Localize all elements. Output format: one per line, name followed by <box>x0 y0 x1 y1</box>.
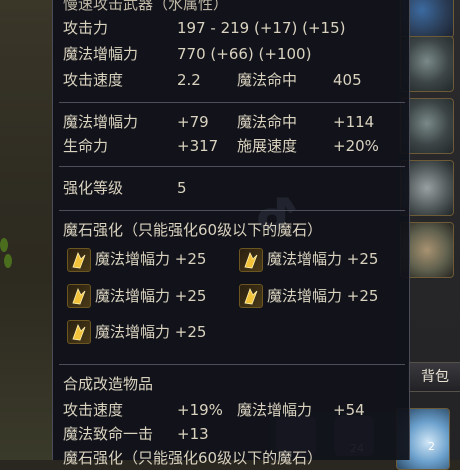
separator <box>59 102 405 103</box>
manastone-header: 魔石强化（只能强化60级以下的魔石） <box>63 221 323 239</box>
enchant-level-value: 5 <box>177 179 187 197</box>
game-world-background-left <box>0 0 52 460</box>
bonus-label: 施展速度 <box>237 137 298 155</box>
stat-label-magic-boost: 魔法增幅力 <box>63 45 139 63</box>
stat-label-magic-accuracy: 魔法命中 <box>237 71 298 89</box>
gold-manastone-icon[interactable] <box>67 284 91 308</box>
fusion-header: 合成改造物品 <box>63 375 154 393</box>
bonus-label: 生命力 <box>63 137 109 155</box>
enchant-level-label: 强化等级 <box>63 179 124 197</box>
stat-label-attack-speed: 攻击速度 <box>63 71 124 89</box>
stat-value-attack: 197 - 219 (+17) (+15) <box>177 19 346 37</box>
separator <box>59 166 405 167</box>
manastone-stat: 魔法增幅力 +25 <box>95 323 207 341</box>
item-title: 慢速攻击武器（水属性） <box>63 0 229 13</box>
bag-tab[interactable]: 背包 <box>408 362 460 392</box>
stat-label-attack: 攻击力 <box>63 19 109 37</box>
gold-manastone-icon[interactable] <box>239 284 263 308</box>
fusion-label: 魔法致命一击 <box>63 425 154 443</box>
fusion-value: +19% <box>177 401 223 419</box>
gold-manastone-icon[interactable] <box>67 320 91 344</box>
stat-value-magic-accuracy: 405 <box>333 71 362 89</box>
manastone-stat: 魔法增幅力 +25 <box>95 287 207 305</box>
manastone-stat: 魔法增幅力 +25 <box>267 250 379 268</box>
foliage-leaf <box>0 238 8 252</box>
separator <box>59 210 405 211</box>
item-tooltip: ᕷ 慢速攻击武器（水属性） 攻击力 197 - 219 (+17) (+15) … <box>52 0 410 467</box>
fusion-label: 魔法增幅力 <box>237 401 313 419</box>
manastone-stat: 魔法增幅力 +25 <box>95 250 207 268</box>
gold-manastone-icon[interactable] <box>67 248 91 272</box>
fusion-label: 攻击速度 <box>63 401 124 419</box>
bonus-value: +20% <box>333 137 379 155</box>
bag-item-count: 2 <box>428 440 435 453</box>
fusion-value: +54 <box>333 401 365 419</box>
foliage-leaf <box>4 254 12 268</box>
manastone-stat: 魔法增幅力 +25 <box>267 287 379 305</box>
fusion-manastone-header: 魔石强化（只能强化60级以下的魔石） <box>63 449 323 467</box>
stat-value-attack-speed: 2.2 <box>177 71 201 89</box>
bonus-label: 魔法命中 <box>237 113 298 131</box>
bonus-label: 魔法增幅力 <box>63 113 139 131</box>
bonus-value: +317 <box>177 137 219 155</box>
stat-value-magic-boost: 770 (+66) (+100) <box>177 45 312 63</box>
fusion-value: +13 <box>177 425 209 443</box>
bonus-value: +79 <box>177 113 209 131</box>
bonus-value: +114 <box>333 113 375 131</box>
gold-manastone-icon[interactable] <box>239 248 263 272</box>
separator <box>59 364 405 365</box>
